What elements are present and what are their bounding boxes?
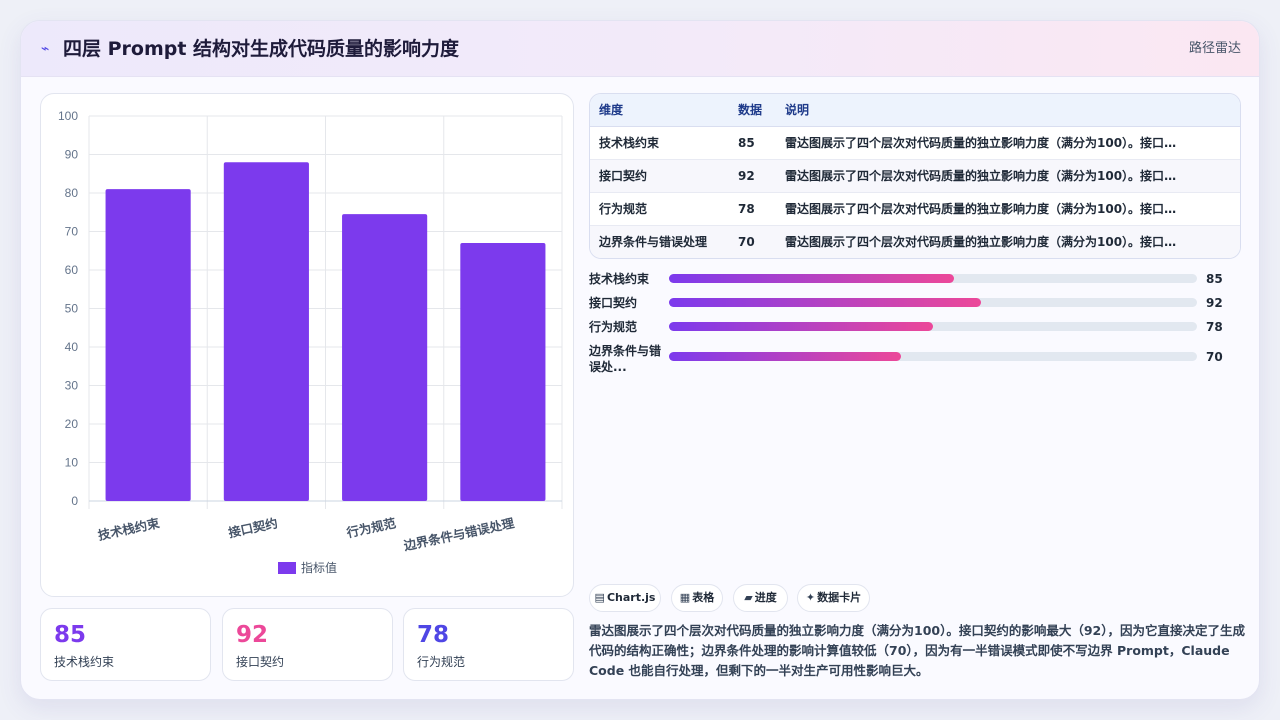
progress-label: 边界条件与错误处...: [589, 344, 662, 374]
header-bar: ⌁ 四层 Prompt 结构对生成代码质量的影响力度 路径雷达: [21, 21, 1259, 77]
column-header: 数据: [738, 103, 763, 117]
chip-label: 进度: [754, 591, 777, 604]
y-tick-label: 60: [65, 263, 79, 277]
bar: [342, 214, 428, 502]
bar: [105, 189, 191, 501]
stat-card-3: 78 行为规范: [403, 608, 574, 681]
chip-label: 数据卡片: [817, 591, 862, 604]
progress-value: 92: [1206, 296, 1223, 310]
column-header: 维度: [599, 103, 624, 117]
table-cell-value: 70: [738, 235, 755, 249]
progress-fill: [669, 352, 902, 361]
table-cell-dimension: 行为规范: [599, 202, 648, 216]
table-row: 技术栈约束 85 雷达图展示了四个层次对代码质量的独立影响力度（满分为100）。…: [590, 127, 1240, 160]
bar-chart: 0 10 20 30 40 50 60 70 80 90 100 技术栈约束 接口契约 行为规范 边界条件与…: [58, 109, 563, 575]
table-cell-dimension: 技术栈约束: [599, 136, 660, 150]
progress-track: [669, 322, 1197, 331]
progress-fill: [669, 274, 955, 283]
progress-label: 接口契约: [589, 296, 638, 310]
progress-fill: [669, 298, 981, 307]
pulse-icon: ⌁: [41, 41, 50, 57]
x-tick-label: 技术栈约束: [96, 515, 161, 543]
table-cell-note: 雷达图展示了四个层次对代码质量的独立影响力度（满分为100）。接口契...: [785, 169, 1185, 183]
page-title: 四层 Prompt 结构对生成代码质量的影响力度: [63, 38, 460, 60]
progress-track: [669, 274, 1197, 283]
stat-label: 接口契约: [236, 655, 285, 669]
x-tick-label: 边界条件与错误处理: [401, 515, 516, 553]
progress-track: [669, 352, 1197, 361]
x-tick-label: 行为规范: [344, 515, 397, 540]
progress-fill: [669, 322, 933, 331]
y-tick-label: 70: [65, 225, 79, 239]
y-tick-label: 40: [65, 340, 79, 354]
stat-label: 技术栈约束: [54, 655, 115, 669]
legend-label: 指标值: [301, 560, 337, 575]
legend-swatch: [278, 562, 296, 574]
progress-label: 行为规范: [589, 320, 638, 334]
progress-icon: ▰: [744, 591, 753, 604]
table-cell-dimension: 边界条件与错误处理: [599, 235, 708, 249]
progress-track: [669, 298, 1197, 307]
mode-label[interactable]: 路径雷达: [1189, 39, 1241, 59]
stat-card-1: 85 技术栈约束: [40, 608, 211, 681]
bar-chart-panel: 0 10 20 30 40 50 60 70 80 90 100 技术栈约束 接口契约 行为规范 边界条件与…: [40, 93, 574, 597]
table-cell-dimension: 接口契约: [599, 169, 648, 183]
y-tick-label: 50: [65, 302, 79, 316]
chip-label: Chart.js: [606, 591, 656, 604]
progress-value: 78: [1206, 320, 1223, 334]
chip-progress[interactable]: ▰ 进度: [733, 584, 788, 612]
y-tick-label: 100: [58, 109, 78, 123]
data-table: 维度 数据 说明 技术栈约束 85 雷达图展示了四个层次对代码质量的独立影响力度…: [589, 93, 1241, 259]
table-icon: ▦: [679, 591, 691, 604]
table-row: 接口契约 92 雷达图展示了四个层次对代码质量的独立影响力度（满分为100）。接…: [590, 160, 1240, 193]
dashboard-card: ⌁ 四层 Prompt 结构对生成代码质量的影响力度 路径雷达 0 10 20 30 4…: [20, 20, 1260, 700]
stat-value: 85: [54, 622, 87, 648]
table-cell-note: 雷达图展示了四个层次对代码质量的独立影响力度（满分为100）。接口契...: [785, 202, 1185, 216]
progress-row: 边界条件与错误处... 70: [589, 343, 1249, 377]
chart-icon: ▤: [594, 591, 605, 604]
y-tick-label: 80: [65, 186, 79, 200]
stat-card-2: 92 接口契约: [222, 608, 393, 681]
progress-value: 85: [1206, 272, 1223, 286]
y-tick-label: 30: [65, 379, 79, 393]
y-tick-label: 0: [71, 494, 78, 508]
x-tick-label: 接口契约: [227, 515, 279, 540]
description-text: 雷达图展示了四个层次对代码质量的独立影响力度（满分为100）。接口契约的影响最大…: [589, 623, 1245, 678]
y-tick-label: 90: [65, 148, 79, 162]
table-header-row: 维度 数据 说明: [590, 94, 1240, 127]
table-cell-note: 雷达图展示了四个层次对代码质量的独立影响力度（满分为100）。接口契...: [785, 136, 1185, 150]
bar: [223, 162, 309, 501]
chip-data-cards[interactable]: ✦ 数据卡片: [797, 584, 870, 612]
stat-label: 行为规范: [417, 655, 466, 669]
table-cell-value: 78: [738, 202, 755, 216]
progress-value: 70: [1206, 350, 1223, 364]
chip-chartjs[interactable]: ▤ Chart.js: [589, 584, 661, 612]
stat-value: 92: [236, 622, 269, 648]
table-row: 行为规范 78 雷达图展示了四个层次对代码质量的独立影响力度（满分为100）。接…: [590, 193, 1240, 226]
y-tick-label: 20: [65, 417, 79, 431]
table-cell-value: 92: [738, 169, 755, 183]
progress-label: 技术栈约束: [589, 272, 650, 286]
sparkle-icon: ✦: [805, 591, 816, 604]
chip-table[interactable]: ▦ 表格: [671, 584, 723, 612]
table-row: 边界条件与错误处理 70 雷达图展示了四个层次对代码质量的独立影响力度（满分为1…: [590, 226, 1240, 258]
table-cell-note: 雷达图展示了四个层次对代码质量的独立影响力度（满分为100）。接口契...: [785, 235, 1185, 249]
bar: [460, 243, 546, 502]
stat-value: 78: [417, 622, 450, 648]
y-tick-label: 10: [65, 456, 79, 470]
chip-label: 表格: [692, 591, 715, 604]
table-cell-value: 85: [738, 136, 755, 150]
column-header: 说明: [785, 103, 810, 117]
